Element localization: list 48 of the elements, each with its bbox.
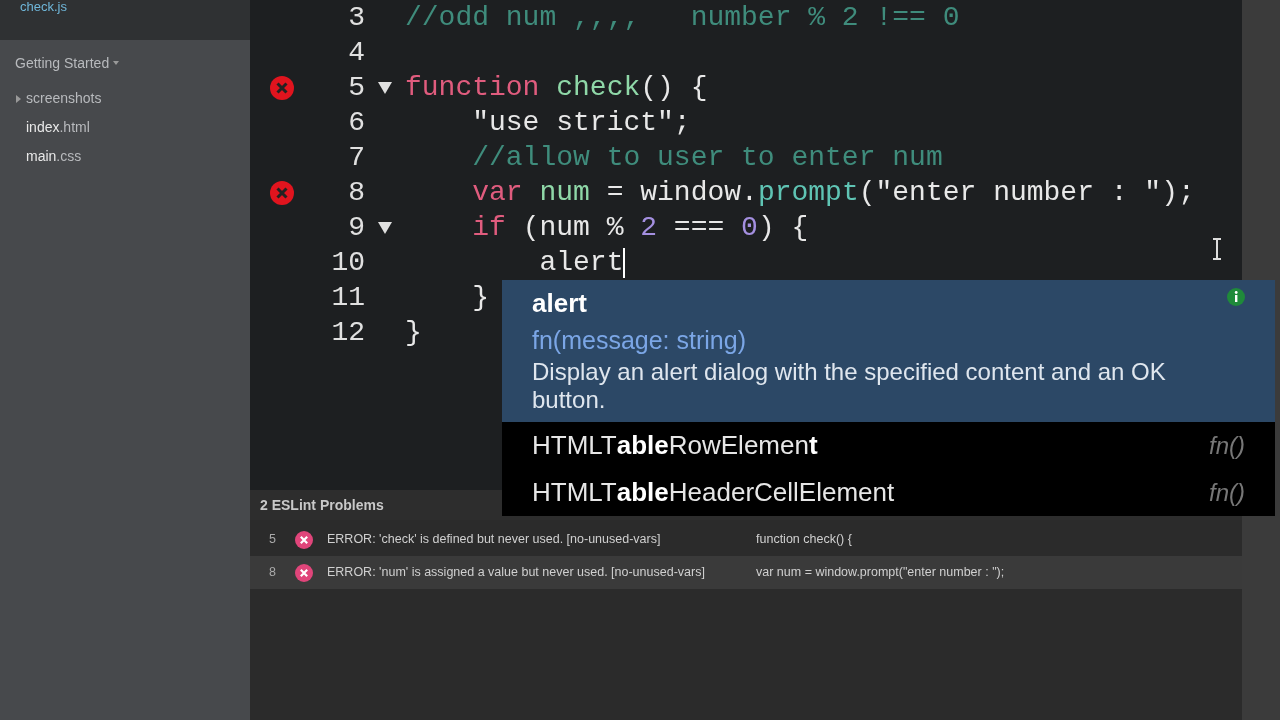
function-description: Display an alert dialog with the specified content and an OK button. [532,358,1167,415]
code-line: "use strict"; [471,106,691,140]
line-number: 9 [347,210,365,245]
problem-row[interactable]: 8 ERROR: 'num' is assigned a value but never used. [no-unused-vars] var num = window.prompt("enter number : "); [250,556,1242,589]
line-number: 11 [330,280,365,315]
code-line: function check() { [405,71,708,105]
suggestion-item[interactable]: alert fn(message: string) Display an alert dialog with the specified content and an OK button. [502,280,1275,422]
code-line: var num = window.prompt("enter number : "); [471,176,1195,210]
error-message: ERROR: 'num' is assigned a value but never used. [no-unused-vars] [327,564,706,582]
folder-item[interactable]: screenshots [26,88,102,109]
file-item[interactable]: main.css [26,146,82,167]
code-snippet: var num = window.prompt("enter number : "); [756,564,1005,582]
line-number: 5 [347,70,365,105]
line-number: 10 [330,245,365,280]
error-icon[interactable] [268,179,295,206]
code-snippet: function check() { [756,531,852,549]
project-title[interactable]: Getting Started [15,52,110,74]
fold-arrow-icon[interactable] [378,81,392,94]
line-number: 4 [347,35,365,70]
error-message: ERROR: 'check' is defined but never used. [no-unused-vars] [327,531,662,549]
code-line: //odd num ,,,, number % 2 !== 0 [405,1,960,35]
code-line: } [405,316,422,350]
line-number: 5 [268,531,277,549]
error-icon [295,530,313,549]
fold-arrow-icon[interactable] [378,221,392,234]
code-line: if (num % 2 === 0) { [471,211,809,245]
suggestion-name: alert [532,287,587,320]
caret-icon [113,61,120,65]
code-line: } [471,281,489,315]
error-icon[interactable] [268,74,295,101]
info-icon[interactable] [1227,288,1245,306]
text-cursor-icon [1212,238,1222,260]
function-signature: fn(message: string) [532,325,747,356]
line-number: 12 [330,315,365,350]
line-number: 6 [347,105,365,140]
error-icon [295,563,313,582]
code-line: //allow to user to enter num [471,141,943,175]
line-number: 3 [347,0,365,35]
code-line: alert [538,246,624,280]
expand-arrow-icon[interactable] [16,94,21,103]
panel-title: 2 ESLint Problems [260,495,384,515]
line-number: 7 [347,140,365,175]
line-number: 8 [268,564,277,582]
file-item[interactable]: index.html [26,117,90,138]
suggestion-name: HTMLTableRowElement [532,429,818,462]
suggestion-type: fn() [1209,430,1245,461]
line-number: 8 [347,175,365,210]
open-file-item[interactable]: check.js [20,0,67,14]
